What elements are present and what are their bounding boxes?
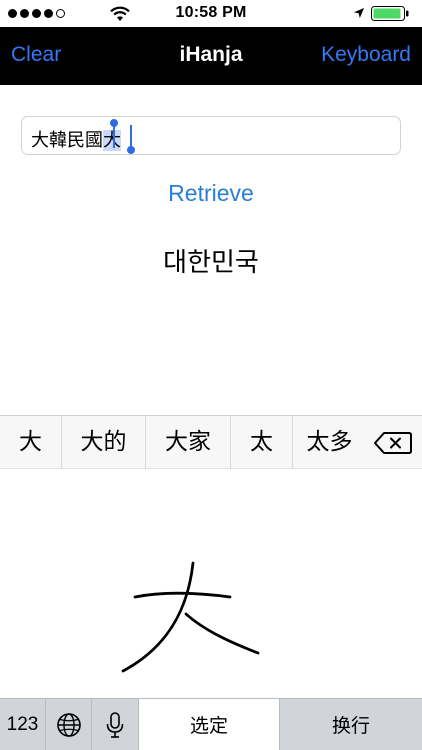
globe-icon: [56, 712, 81, 737]
input-text: 大韓民國大: [31, 126, 121, 152]
candidate-item[interactable]: 太多: [293, 416, 366, 469]
hanja-input-field[interactable]: 大韓民國大: [21, 116, 401, 155]
candidate-item[interactable]: 大的: [62, 416, 146, 469]
input-value: 大韓民國: [31, 130, 103, 151]
dictation-key[interactable]: [92, 699, 139, 750]
numbers-key[interactable]: 123: [0, 699, 46, 750]
candidate-bar: 大 大的 大家 太 太多: [0, 415, 422, 469]
globe-key[interactable]: [46, 699, 92, 750]
input-selected-char: 大: [103, 130, 121, 151]
nav-bar: Clear iHanja Keyboard: [0, 27, 422, 85]
status-bar: 10:58 PM: [0, 0, 422, 27]
korean-result: 대한민국: [163, 248, 259, 278]
microphone-icon: [106, 711, 124, 738]
retrieve-button[interactable]: Retrieve: [0, 180, 422, 207]
selection-handle-start[interactable]: [110, 119, 118, 148]
confirm-key[interactable]: 选定: [139, 699, 280, 750]
selection-handle-end[interactable]: [127, 125, 135, 154]
battery-icon: [371, 6, 409, 21]
handwriting-canvas[interactable]: [0, 469, 422, 698]
candidate-item[interactable]: 大: [0, 416, 62, 469]
return-key[interactable]: 换行: [280, 699, 422, 750]
location-arrow-icon: [354, 8, 364, 18]
keyboard-bottom-row: 123 选定 换行: [0, 698, 422, 750]
keyboard-button[interactable]: Keyboard: [321, 43, 411, 67]
delete-backspace-icon[interactable]: [373, 431, 413, 455]
handwriting-keyboard: 大 大的 大家 太 太多 123 选定 换行: [0, 415, 422, 750]
handwritten-strokes: [121, 561, 260, 673]
candidate-item[interactable]: 太: [231, 416, 293, 469]
candidate-item[interactable]: 大家: [146, 416, 231, 469]
